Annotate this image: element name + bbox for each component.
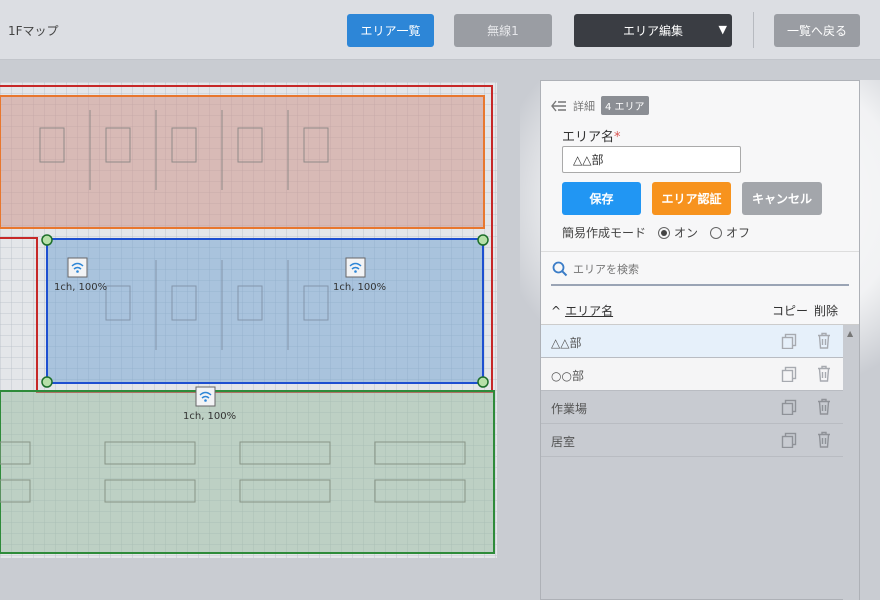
area-edit-label: エリア編集 (622, 24, 683, 38)
corner-handle[interactable] (41, 376, 53, 388)
access-point-label: 1ch, 100% (333, 282, 386, 293)
zone-green[interactable] (0, 390, 495, 554)
save-button[interactable]: 保存 (562, 182, 641, 215)
col-delete-header: 削除 (814, 304, 839, 318)
area-name: 作業場 (551, 402, 588, 416)
trash-icon[interactable] (817, 365, 831, 382)
copy-icon[interactable] (781, 333, 797, 349)
access-point-label: 1ch, 100% (54, 282, 107, 293)
detail-header[interactable]: 詳細 4 エリア (551, 96, 649, 115)
access-point-label: 1ch, 100% (183, 411, 236, 422)
cancel-button[interactable]: キャンセル (742, 182, 822, 215)
back-to-list-button[interactable]: 一覧へ戻る (774, 14, 860, 47)
simple-mode-row: 簡易作成モード オン オフ (562, 224, 750, 241)
search-section (541, 251, 859, 293)
area-detail-panel: 詳細 4 エリア エリア名* 保存 エリア認証 キャンセル 簡易作成モード オン… (540, 80, 860, 600)
floor-map-canvas[interactable]: 1ch, 100% 1ch, 100% 1ch, 100% (0, 60, 500, 560)
list-header: ^ エリア名 コピー 削除 (541, 293, 859, 325)
area-name-label-text: エリア名 (562, 130, 615, 145)
trash-icon[interactable] (817, 398, 831, 415)
trash-icon[interactable] (817, 332, 831, 349)
required-mark: * (614, 130, 621, 145)
collapse-arrow-icon[interactable] (551, 100, 567, 112)
floor-map[interactable]: 1ch, 100% 1ch, 100% 1ch, 100% (0, 60, 500, 560)
area-auth-button[interactable]: エリア認証 (652, 182, 731, 215)
list-item[interactable]: ○○部 (541, 358, 843, 391)
mode-off-label[interactable]: オフ (726, 224, 750, 241)
page-title: 1Fマップ (8, 24, 59, 38)
copy-icon[interactable] (781, 399, 797, 415)
wireless-button[interactable]: 無線1 (454, 14, 552, 47)
scroll-up-icon[interactable]: ▲ (847, 329, 853, 338)
corner-handle[interactable] (41, 234, 53, 246)
mode-on-label[interactable]: オン (674, 224, 698, 241)
sort-asc-icon: ^ (551, 304, 562, 318)
trash-icon[interactable] (817, 431, 831, 448)
col-copy-header: コピー (772, 304, 809, 318)
caret-down-icon: ▼ (718, 23, 727, 36)
corner-handle[interactable] (477, 234, 489, 246)
area-name: △△部 (551, 336, 582, 350)
mode-on-radio[interactable] (658, 226, 671, 239)
edit-section: 詳細 4 エリア エリア名* 保存 エリア認証 キャンセル 簡易作成モード オン… (541, 81, 859, 251)
search-icon (552, 261, 568, 277)
mode-off-radio[interactable] (710, 226, 723, 239)
area-list: △△部 ○○部 作業場 居室 (541, 325, 843, 457)
corner-handle[interactable] (477, 376, 489, 388)
area-name-input[interactable] (562, 146, 741, 173)
col-name-header[interactable]: エリア名 (565, 304, 613, 318)
sort-by-name[interactable]: ^ エリア名 (551, 302, 613, 319)
detail-label: 詳細 (573, 99, 595, 113)
copy-icon[interactable] (781, 366, 797, 382)
copy-icon[interactable] (781, 432, 797, 448)
simple-mode-label: 簡易作成モード (562, 226, 647, 240)
area-name: ○○部 (551, 369, 584, 383)
search-underline (551, 284, 849, 286)
area-edit-dropdown[interactable]: エリア編集 ▼ (574, 14, 732, 47)
area-count-badge: 4 エリア (601, 96, 649, 115)
list-scrollbar[interactable]: ▲ (843, 325, 859, 600)
list-item[interactable]: 作業場 (541, 391, 843, 424)
list-item[interactable]: 居室 (541, 424, 843, 457)
area-list-button[interactable]: エリア一覧 (347, 14, 434, 47)
area-search-input[interactable] (573, 260, 848, 278)
divider (753, 12, 754, 48)
zone-blue-selected[interactable] (46, 238, 484, 384)
list-item[interactable]: △△部 (541, 325, 843, 358)
top-bar: 1Fマップ エリア一覧 無線1 エリア編集 ▼ 一覧へ戻る (0, 0, 880, 60)
area-name: 居室 (551, 435, 576, 449)
area-name-label: エリア名* (562, 126, 621, 145)
